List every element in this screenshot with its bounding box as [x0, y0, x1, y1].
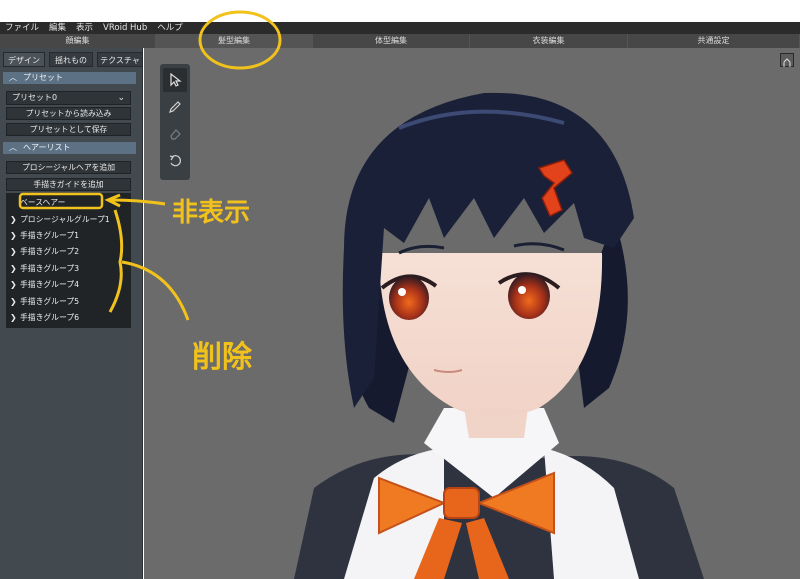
menu-help[interactable]: ヘルプ — [152, 22, 188, 34]
preset-select[interactable]: プリセット0 ⌄ — [6, 91, 131, 105]
hair-list-item-hand-4[interactable]: ❯ 手描きグループ4 — [6, 277, 131, 293]
hair-list-item-label: 手描きグループ5 — [20, 297, 80, 306]
chevron-down-icon[interactable]: ❯ — [6, 310, 20, 326]
tab-face-edit[interactable]: 顔編集 — [0, 34, 156, 48]
sub-tab-bar: デザイン 揺れもの テクスチャ — [0, 52, 143, 68]
hair-list-item-hand-5[interactable]: ❯ 手描きグループ5 — [6, 294, 131, 310]
hair-list-item-hand-2[interactable]: ❯ 手描きグループ2 — [6, 244, 131, 260]
preset-select-value: プリセット0 — [12, 93, 58, 102]
editor-tab-bar: 顔編集 髪型編集 体型編集 衣装編集 共通設定 — [0, 34, 800, 48]
chevron-down-icon[interactable]: ❯ — [6, 277, 20, 293]
menu-view[interactable]: 表示 — [71, 22, 98, 34]
cursor-arrow-icon[interactable] — [163, 68, 187, 92]
tab-common-settings[interactable]: 共通設定 — [628, 34, 800, 48]
tab-hair-edit[interactable]: 髪型編集 — [156, 34, 313, 48]
menu-edit[interactable]: 編集 — [44, 22, 71, 34]
hair-list-item-label: ベースヘアー — [20, 198, 66, 207]
chevron-down-icon[interactable]: ❯ — [6, 228, 20, 244]
preset-section-header[interactable]: ︿ プリセット — [3, 72, 136, 84]
vroid-studio-window: ファイル 編集 表示 VRoid Hub ヘルプ 顔編集 髪型編集 体型編集 衣… — [0, 0, 800, 579]
hair-list-item-label: 手描きグループ1 — [20, 231, 80, 240]
hair-list-item-hand-1[interactable]: ❯ 手描きグループ1 — [6, 228, 131, 244]
hair-list-item-hand-3[interactable]: ❯ 手描きグループ3 — [6, 261, 131, 277]
left-panel: デザイン 揺れもの テクスチャ ︿ プリセット プリセット0 ⌄ プリセットから読… — [0, 48, 143, 579]
3d-viewport[interactable] — [144, 48, 800, 579]
menu-bar: ファイル 編集 表示 VRoid Hub ヘルプ — [0, 22, 800, 34]
chevron-down-icon[interactable]: ❯ — [6, 244, 20, 260]
hairlist-section-header[interactable]: ︿ ヘアーリスト — [3, 142, 136, 154]
hair-list-item-label: 手描きグループ2 — [20, 247, 80, 256]
tab-body-edit[interactable]: 体型編集 — [313, 34, 470, 48]
chevron-down-icon[interactable]: ❯ — [6, 261, 20, 277]
hairlist-section-title: ヘアーリスト — [23, 143, 71, 152]
menu-vroid-hub[interactable]: VRoid Hub — [98, 22, 152, 34]
chevron-up-icon: ︿ — [9, 143, 17, 152]
hair-list-item-hand-6[interactable]: ❯ 手描きグループ6 — [6, 310, 131, 326]
hair-list-item-label: 手描きグループ3 — [20, 264, 80, 273]
person-icon — [783, 58, 791, 67]
add-procedural-hair-button[interactable]: プロシージャルヘアを追加 — [6, 161, 131, 174]
preset-section-title: プリセット — [23, 73, 63, 82]
hair-list-item-base[interactable]: ベースヘアー — [6, 195, 131, 211]
annotation-hide: 非表示 — [172, 198, 251, 228]
menu-file[interactable]: ファイル — [0, 22, 44, 34]
subtab-design[interactable]: デザイン — [3, 52, 45, 67]
add-guide-button[interactable]: 手描きガイドを追加 — [6, 178, 131, 191]
top-blank-area — [0, 0, 800, 22]
hair-list-item-label: 手描きグループ4 — [20, 280, 80, 289]
annotation-delete: 削除 — [192, 340, 252, 375]
character-render — [294, 92, 704, 579]
hair-list-item-label: プロシージャルグループ1 — [20, 215, 110, 224]
pencil-icon[interactable] — [163, 95, 187, 119]
hair-list-item-label: 手描きグループ6 — [20, 313, 80, 322]
tab-outfit-edit[interactable]: 衣装編集 — [470, 34, 628, 48]
camera-toggle-button[interactable] — [780, 53, 794, 67]
eraser-icon[interactable] — [163, 122, 187, 146]
subtab-texture[interactable]: テクスチャ — [97, 52, 143, 67]
chevron-down-icon[interactable]: ❯ — [6, 294, 20, 310]
tool-palette — [160, 64, 190, 180]
load-preset-button[interactable]: プリセットから読み込み — [6, 107, 131, 120]
chevron-down-icon[interactable]: ❯ — [6, 212, 20, 228]
hair-list: ベースヘアー ❯ プロシージャルグループ1 ❯ 手描きグループ1 ❯ 手描きグループ2… — [6, 193, 131, 328]
hair-list-item-procedural-1[interactable]: ❯ プロシージャルグループ1 — [6, 212, 131, 228]
rotate-icon[interactable] — [163, 149, 187, 173]
chevron-up-icon: ︿ — [9, 73, 17, 82]
save-preset-button[interactable]: プリセットとして保存 — [6, 123, 131, 136]
subtab-sway[interactable]: 揺れもの — [49, 52, 93, 67]
chevron-down-icon: ⌄ — [117, 93, 125, 103]
